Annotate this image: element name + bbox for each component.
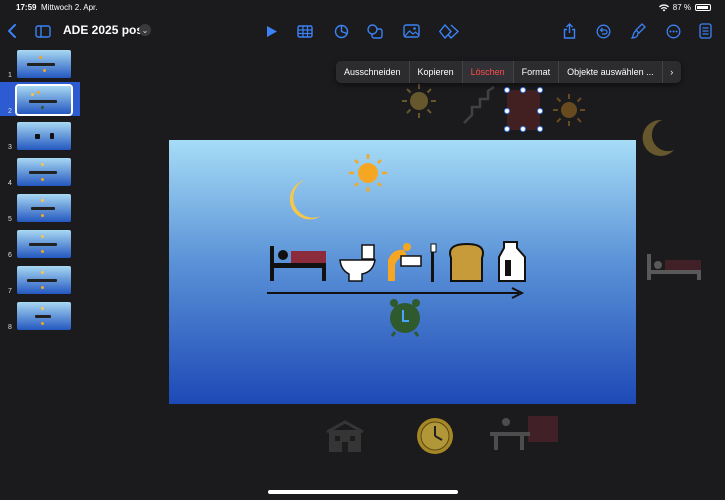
toilet-icon[interactable] xyxy=(339,244,376,282)
share-icon xyxy=(563,23,575,39)
slide-number: 2 xyxy=(8,108,12,115)
desk-icon[interactable] xyxy=(490,414,560,452)
bed-icon[interactable] xyxy=(270,246,326,281)
context-menu: Ausschneiden Kopieren Löschen Format Obj… xyxy=(336,61,681,83)
paintbrush-icon xyxy=(630,23,646,39)
wifi-icon xyxy=(658,3,669,11)
selection-handle[interactable] xyxy=(504,126,510,132)
status-right: 87 % xyxy=(658,3,711,12)
selection-handle[interactable] xyxy=(537,108,543,114)
toolbar: ADE 2025 post ⌄ xyxy=(0,16,725,46)
chevron-left-icon xyxy=(8,24,16,38)
moon-icon[interactable] xyxy=(636,116,676,160)
slide-content xyxy=(267,154,526,337)
slide-thumbnail-image xyxy=(17,122,71,150)
selection-handle[interactable] xyxy=(520,87,526,93)
title-menu-chevron-icon[interactable]: ⌄ xyxy=(139,24,151,36)
slide-thumbnail-image xyxy=(17,158,71,186)
diamond-icon xyxy=(439,23,459,39)
milk-jug-icon[interactable] xyxy=(498,241,526,282)
slide-thumbnail-2[interactable]: 2 xyxy=(0,82,80,116)
delete-menu-item[interactable]: Löschen xyxy=(462,61,514,83)
slide-number: 3 xyxy=(8,144,12,151)
selection-handle[interactable] xyxy=(537,126,543,132)
document-icon xyxy=(698,23,712,39)
toothbrush-icon[interactable] xyxy=(430,243,437,282)
slide-thumbnail-image xyxy=(17,302,71,330)
slide-number: 5 xyxy=(8,216,12,223)
slide-thumbnail-6[interactable]: 6 xyxy=(0,226,80,260)
status-date: Mittwoch 2. Apr. xyxy=(41,3,98,12)
selection-handle[interactable] xyxy=(537,87,543,93)
sidebar-icon xyxy=(35,24,51,38)
sun-icon[interactable] xyxy=(400,82,438,120)
back-button[interactable] xyxy=(6,20,18,42)
bed-icon[interactable] xyxy=(645,250,705,282)
battery-icon xyxy=(695,4,711,11)
moon-icon[interactable] xyxy=(289,180,321,220)
selected-object[interactable] xyxy=(507,90,540,130)
pie-chart-icon xyxy=(334,24,348,38)
slide-number: 4 xyxy=(8,180,12,187)
slide-thumbnail-7[interactable]: 7 xyxy=(0,262,80,296)
play-icon xyxy=(267,25,277,37)
ellipsis-icon xyxy=(666,24,680,38)
document-settings-button[interactable] xyxy=(697,20,713,42)
slide-thumbnail-4[interactable]: 4 xyxy=(0,154,80,188)
document-title[interactable]: ADE 2025 post xyxy=(63,23,147,37)
home-indicator[interactable] xyxy=(268,490,458,494)
insert-media-button[interactable] xyxy=(402,20,420,42)
cut-menu-item[interactable]: Ausschneiden xyxy=(336,61,410,83)
status-bar: 17:59 Mittwoch 2. Apr. 87 % xyxy=(0,0,725,14)
undo-icon xyxy=(596,24,610,38)
wall-clock-icon[interactable] xyxy=(415,416,455,456)
alarm-clock-icon[interactable] xyxy=(390,299,420,337)
keynote-app: 17:59 Mittwoch 2. Apr. 87 % ADE 2025 pos… xyxy=(0,0,725,500)
slide-thumbnail-1[interactable]: 1 xyxy=(0,46,80,80)
insert-shape-button[interactable] xyxy=(366,20,384,42)
slide-thumbnail-5[interactable]: 5 xyxy=(0,190,80,224)
insert-table-button[interactable] xyxy=(296,20,314,42)
timeline-arrow[interactable] xyxy=(267,287,525,299)
sun-icon[interactable] xyxy=(551,92,587,128)
bread-icon[interactable] xyxy=(449,242,484,282)
slide-thumbnail-8[interactable]: 8 xyxy=(0,298,80,332)
slide-number: 7 xyxy=(8,288,12,295)
format-menu-item[interactable]: Format xyxy=(514,61,560,83)
slide-navigator-button[interactable] xyxy=(34,20,52,42)
share-button[interactable] xyxy=(560,20,578,42)
slide-thumbnail-image xyxy=(15,84,73,116)
photo-icon xyxy=(402,24,420,38)
select-objects-menu-item[interactable]: Objekte auswählen ... xyxy=(559,61,663,83)
battery-percent: 87 % xyxy=(672,3,691,12)
slide-number: 6 xyxy=(8,252,12,259)
play-button[interactable] xyxy=(264,20,280,42)
chevron-right-icon[interactable]: › xyxy=(663,67,681,77)
current-slide[interactable] xyxy=(169,140,636,404)
slide-thumbnail-image xyxy=(17,230,71,258)
slide-number: 1 xyxy=(8,72,12,79)
more-button[interactable] xyxy=(664,20,682,42)
animate-button[interactable] xyxy=(438,20,460,42)
washing-face-icon[interactable] xyxy=(388,243,422,281)
slide-thumbnail-image xyxy=(17,50,71,78)
slide-number: 8 xyxy=(8,324,12,331)
status-time: 17:59 xyxy=(16,3,37,12)
slide-navigator: 1 2 3 4 5 6 7 8 xyxy=(0,44,80,500)
shapes-icon xyxy=(367,23,383,39)
school-building-icon[interactable] xyxy=(325,420,365,454)
selection-handle[interactable] xyxy=(504,87,510,93)
format-button[interactable] xyxy=(629,20,647,42)
selection-handle[interactable] xyxy=(504,108,510,114)
copy-menu-item[interactable]: Kopieren xyxy=(410,61,463,83)
stairs-icon[interactable] xyxy=(462,85,496,125)
undo-button[interactable] xyxy=(594,20,612,42)
slide-thumbnail-3[interactable]: 3 xyxy=(0,118,80,152)
sun-icon[interactable] xyxy=(349,154,387,192)
slide-thumbnail-image xyxy=(17,266,71,294)
slide-thumbnail-image xyxy=(17,194,71,222)
selection-handle[interactable] xyxy=(520,126,526,132)
table-icon xyxy=(297,24,313,38)
insert-chart-button[interactable] xyxy=(332,20,350,42)
